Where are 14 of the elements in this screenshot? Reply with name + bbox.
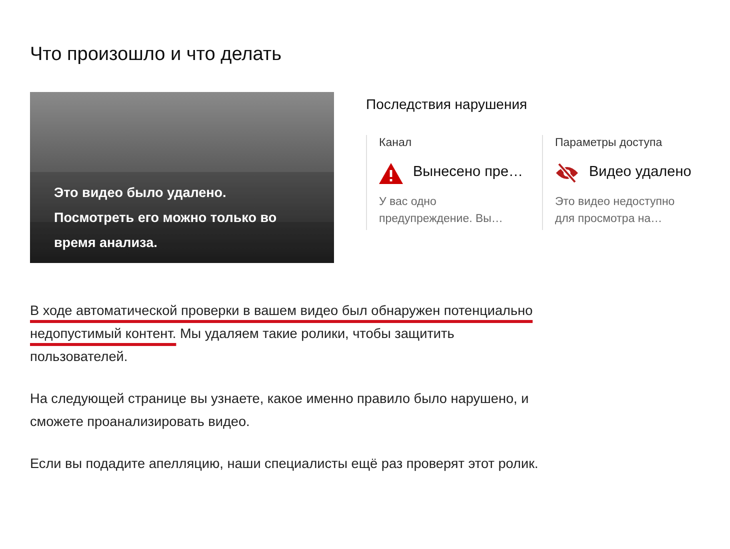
warning-icon bbox=[379, 162, 403, 184]
status-text: Вынесено пре… bbox=[413, 163, 524, 182]
card-description: У вас одно предупреждение. Вы… bbox=[379, 195, 504, 227]
card-description: Это видео недоступно для просмотра на… bbox=[555, 195, 676, 227]
body-paragraph: Если вы подадите апелляцию, наши специалисты ещё раз проверят этот ролик. bbox=[30, 455, 540, 473]
page-title: Что произошло и что делать bbox=[30, 43, 282, 67]
removed-message: Это видео было удалено. Посмотреть его можно только во время анализа. bbox=[54, 184, 278, 252]
status-text: Видео удалено bbox=[589, 163, 692, 182]
section-heading: Последствия нарушения bbox=[366, 95, 528, 114]
eye-off-icon bbox=[555, 163, 579, 184]
body-paragraph: В ходе автоматической проверки в вашем видео был обнаружен потенциально недопустимый контент. Мы удаляем такие ролики, чтобы защитить пользователей. bbox=[30, 302, 534, 366]
body-paragraph: На следующей странице вы узнаете, какое именно правило было нарушено, и сможете проанализировать видео. bbox=[30, 390, 530, 431]
card-label: Параметры доступа bbox=[555, 136, 662, 151]
card-label: Канал bbox=[379, 136, 412, 151]
